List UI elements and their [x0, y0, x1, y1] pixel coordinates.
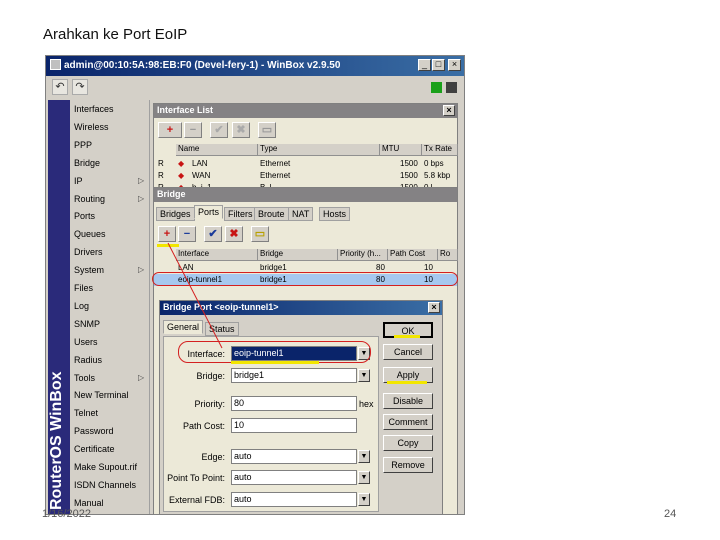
slide-page-number: 24: [664, 508, 677, 520]
slide-title: Arahkan ke Port EoIP: [43, 26, 188, 43]
annotation-arrow: [167, 242, 223, 349]
winbox-window: admin@00:10:5A:98:EB:F0 (Devel-fery-1) -…: [45, 55, 465, 515]
annotation-line: [167, 242, 223, 349]
slide-date: 1/16/2022: [42, 508, 91, 520]
